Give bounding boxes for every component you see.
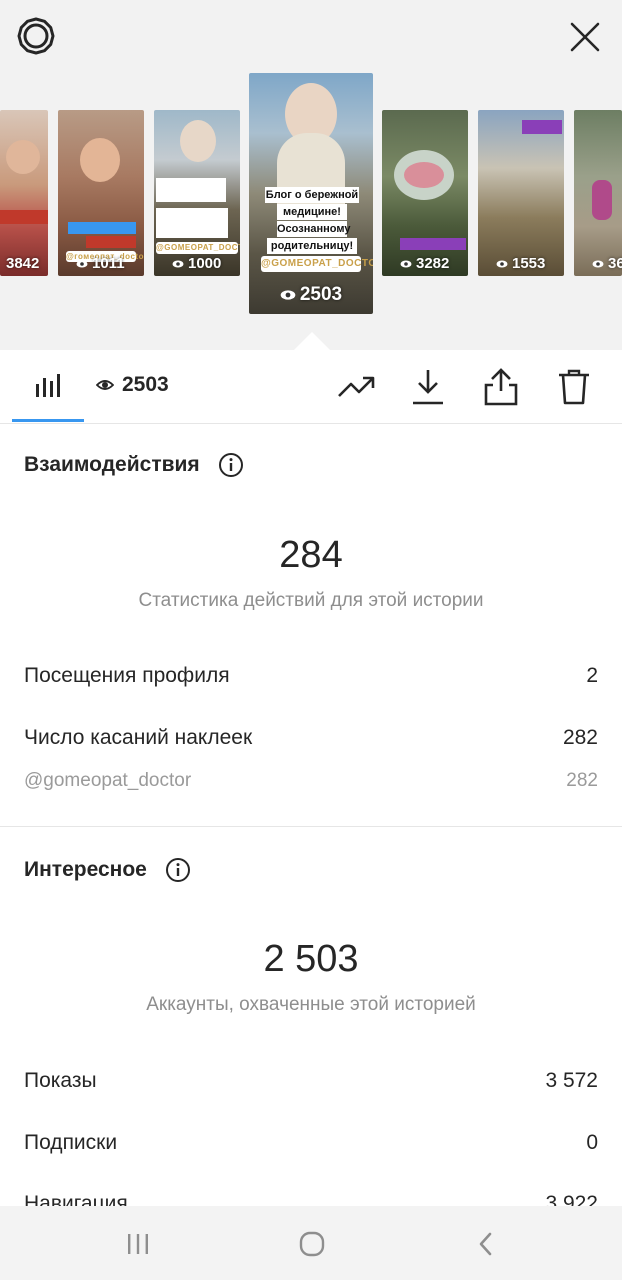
interactions-subtitle: Статистика действий для этой истории: [138, 590, 484, 611]
story-thumbnail-selected[interactable]: Блог о бережной медицине! Осознанному ро…: [249, 73, 373, 314]
stat-value: 3 572: [545, 1069, 598, 1092]
story-caption: медицине!: [277, 204, 347, 220]
eye-icon: [592, 260, 604, 267]
tab-insights[interactable]: [28, 366, 68, 406]
story-caption: Осознанному: [277, 221, 351, 237]
back-button[interactable]: [464, 1222, 508, 1266]
story-views: 36: [592, 255, 622, 272]
eye-icon: [76, 260, 88, 267]
story-thumbnail[interactable]: 3842: [0, 110, 48, 276]
info-icon[interactable]: [165, 857, 191, 883]
share-button[interactable]: [478, 364, 524, 410]
story-caption: родительницу!: [267, 238, 357, 254]
stat-label: Число касаний наклеек: [24, 726, 253, 749]
trash-icon: [559, 369, 589, 405]
stat-row-mention-sticker[interactable]: @gomeopat_doctor 282: [24, 770, 598, 792]
stat-row-impressions: Показы 3 572: [24, 1069, 598, 1093]
stat-label: Посещения профиля: [24, 664, 230, 687]
story-views: 1011: [76, 255, 125, 272]
views-count: 2503: [122, 373, 169, 396]
discovery-heading: Интересное: [24, 858, 147, 881]
story-thumbnail[interactable]: @гомеопат_doctor 1011: [58, 110, 144, 276]
eye-icon: [96, 380, 114, 390]
story-strip-area: 3842 @гомеопат_doctor 1011 @GOMEOPAT_DOC…: [0, 0, 622, 350]
trending-icon: [338, 376, 375, 397]
story-thumbnail[interactable]: 1553: [478, 110, 564, 276]
story-views: 3282: [400, 255, 449, 272]
story-thumbnail[interactable]: @GOMEOPAT_DOCTOR 1000: [154, 110, 240, 276]
interactions-total: 284: [279, 534, 343, 576]
stat-value: 0: [586, 1131, 598, 1154]
gear-icon: [17, 17, 55, 55]
story-tag: @GOMEOPAT_DOCTOR: [261, 256, 373, 272]
tab-viewers[interactable]: 2503: [96, 373, 169, 397]
stat-row-profile-visits: Посещения профиля 2: [24, 664, 598, 688]
story-views: 1000: [172, 255, 221, 272]
story-caption: Блог о бережной: [265, 187, 359, 203]
story-views: 1553: [496, 255, 545, 272]
eye-icon: [400, 260, 412, 267]
section-divider: [0, 826, 622, 827]
interactions-heading: Взаимодействия: [24, 453, 200, 476]
home-icon: [299, 1231, 325, 1257]
stat-value: 2: [586, 664, 598, 687]
recents-icon: [128, 1234, 148, 1254]
bar-chart-icon: [36, 374, 60, 397]
stat-row-sticker-taps: Число касаний наклеек 282: [24, 726, 598, 750]
recents-button[interactable]: [116, 1222, 160, 1266]
stat-label: Показы: [24, 1069, 97, 1092]
discovery-total: 2 503: [263, 938, 359, 980]
story-views: 3842: [6, 255, 40, 272]
settings-button[interactable]: [14, 14, 58, 58]
eye-icon: [280, 290, 296, 300]
promote-button[interactable]: [334, 366, 380, 408]
insights-toolbar: [0, 350, 622, 424]
interactions-title: Взаимодействия: [24, 452, 244, 478]
discovery-title: Интересное: [24, 857, 191, 883]
stat-label: @gomeopat_doctor: [24, 770, 192, 791]
active-tab-indicator: [12, 419, 84, 422]
stat-value: 282: [566, 770, 598, 791]
stat-row-follows: Подписки 0: [24, 1131, 598, 1155]
story-views: 2503: [249, 284, 373, 306]
eye-icon: [172, 260, 184, 267]
discovery-subtitle: Аккаунты, охваченные этой историей: [146, 994, 476, 1015]
home-button[interactable]: [290, 1222, 334, 1266]
selection-pointer: [294, 332, 330, 350]
story-thumbnail[interactable]: 36: [574, 110, 622, 276]
close-button[interactable]: [564, 16, 606, 58]
back-icon: [479, 1232, 492, 1256]
delete-button[interactable]: [552, 364, 596, 410]
story-thumbnail[interactable]: 3282: [382, 110, 468, 276]
download-button[interactable]: [406, 364, 450, 410]
stat-label: Подписки: [24, 1131, 118, 1154]
close-icon: [570, 22, 600, 52]
stat-value: 282: [562, 726, 598, 749]
info-icon[interactable]: [218, 452, 244, 478]
story-tag: @GOMEOPAT_DOCTOR: [156, 242, 240, 254]
download-icon: [413, 370, 443, 405]
eye-icon: [496, 260, 508, 267]
share-icon: [484, 368, 518, 406]
